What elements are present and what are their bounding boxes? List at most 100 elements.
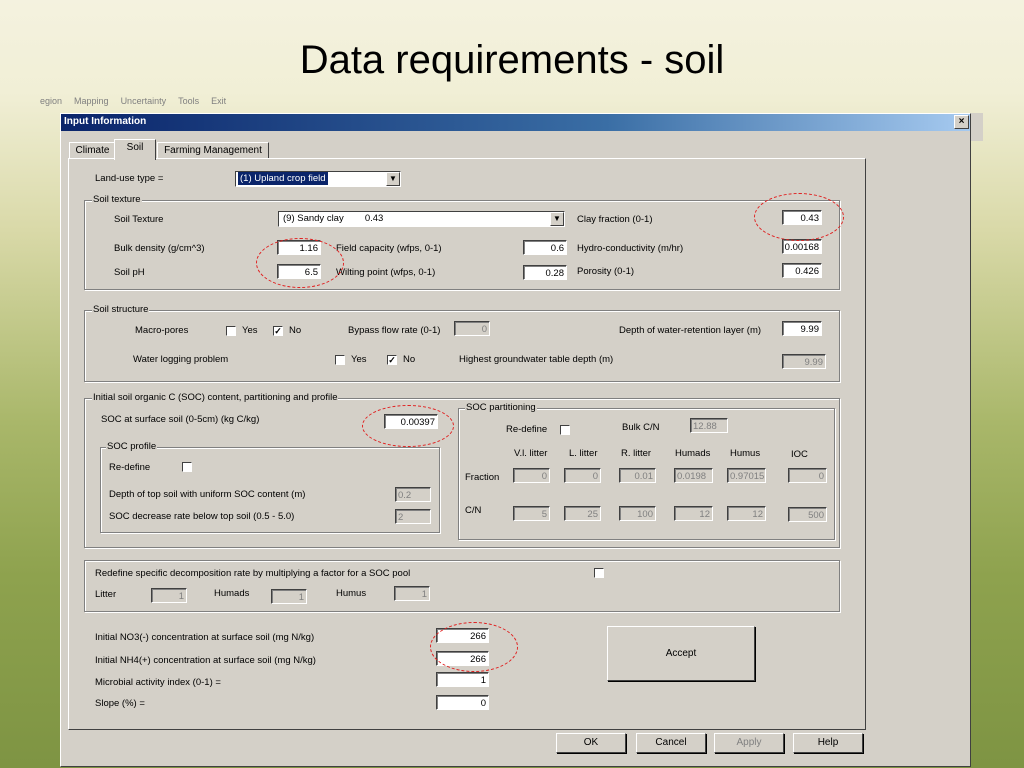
menu-item-exit[interactable]: Exit [211, 96, 226, 106]
ok-button[interactable]: OK [556, 733, 626, 753]
decomposition-checkbox[interactable] [594, 568, 604, 578]
slide-title: Data requirements - soil [299, 38, 725, 82]
water-logging-no-label: No [403, 354, 416, 365]
menu-item-region[interactable]: egion [40, 96, 62, 106]
landuse-value: (1) Upland crop field [238, 172, 328, 185]
macro-pores-yes-checkbox[interactable] [226, 326, 236, 336]
bulk-cn-label: Bulk C/N [622, 422, 660, 433]
no3-input[interactable]: 266 [436, 628, 489, 643]
soc-rate-label: SOC decrease rate below top soil (0.5 - … [109, 511, 295, 522]
chevron-down-icon[interactable]: ▼ [550, 212, 564, 226]
soil-ph-input[interactable]: 6.5 [277, 264, 321, 279]
wilting-point-input[interactable]: 0.28 [523, 265, 567, 280]
menu-bar: egion Mapping Uncertainty Tools Exit [40, 96, 280, 110]
accept-button[interactable]: Accept [607, 626, 755, 681]
cn-humus-input[interactable]: 12 [727, 506, 766, 521]
soc-surface-label: SOC at surface soil (0-5cm) (kg C/kg) [101, 414, 260, 425]
soil-texture-label: Soil Texture [114, 214, 164, 225]
fraction-vl-litter-input[interactable]: 0 [513, 468, 550, 483]
groundwater-depth-label: Highest groundwater table depth (m) [459, 354, 614, 365]
cn-r-litter-input[interactable]: 100 [619, 506, 656, 521]
field-capacity-input[interactable]: 0.6 [523, 240, 567, 255]
bulk-density-input[interactable]: 1.16 [277, 240, 321, 255]
soc-profile-redefine-label: Re-define [109, 462, 151, 473]
bypass-flow-label: Bypass flow rate (0-1) [348, 325, 441, 336]
fraction-humus-input[interactable]: 0.97015 [727, 468, 766, 483]
porosity-input[interactable]: 0.426 [782, 263, 822, 278]
col-humads: Humads [675, 448, 711, 459]
cn-l-litter-input[interactable]: 25 [564, 506, 601, 521]
tab-farming-management[interactable]: Farming Management [157, 142, 269, 159]
nh4-input[interactable]: 266 [436, 651, 489, 666]
soil-texture-group-label: Soil texture [92, 194, 142, 206]
chevron-down-icon[interactable]: ▼ [386, 172, 400, 186]
soil-texture-select[interactable]: (9) Sandy clay 0.43 ▼ [278, 211, 565, 227]
help-button[interactable]: Help [793, 733, 863, 753]
col-l-litter: L. litter [569, 448, 598, 459]
tab-soil[interactable]: Soil [114, 139, 156, 160]
menu-item-tools[interactable]: Tools [178, 96, 199, 106]
wilting-point-label: Wilting point (wfps, 0-1) [336, 267, 436, 278]
clay-fraction-input[interactable]: 0.43 [782, 210, 822, 225]
decomp-humads-input[interactable]: 1 [271, 589, 307, 604]
water-logging-no-checkbox[interactable]: ✓ [387, 355, 397, 365]
microbial-label: Microbial activity index (0-1) = [95, 677, 221, 688]
tab-climate[interactable]: Climate [69, 142, 116, 159]
fraction-r-litter-input[interactable]: 0.01 [619, 468, 656, 483]
bulk-cn-input[interactable]: 12.88 [690, 418, 728, 433]
decomp-litter-label: Litter [95, 589, 117, 600]
slope-input[interactable]: 0 [436, 695, 489, 710]
clay-fraction-label: Clay fraction (0-1) [577, 214, 653, 225]
col-humus: Humus [730, 448, 761, 459]
background-window-edge [969, 113, 983, 141]
col-vl-litter: V.l. litter [514, 448, 548, 459]
soc-surface-input[interactable]: 0.00397 [384, 414, 438, 429]
menu-item-uncertainty[interactable]: Uncertainty [121, 96, 167, 106]
close-icon[interactable]: × [954, 115, 969, 129]
bypass-flow-input[interactable]: 0 [454, 321, 490, 336]
apply-button[interactable]: Apply [714, 733, 784, 753]
soc-partition-redefine-checkbox[interactable] [560, 425, 570, 435]
decomp-litter-input[interactable]: 1 [151, 588, 187, 603]
landuse-select[interactable]: (1) Upland crop field ▼ [235, 171, 401, 187]
soc-partition-redefine-label: Re-define [506, 424, 548, 435]
slope-label: Slope (%) = [95, 698, 145, 709]
decomp-humus-input[interactable]: 1 [394, 586, 430, 601]
menu-item-mapping[interactable]: Mapping [74, 96, 109, 106]
water-retention-depth-input[interactable]: 9.99 [782, 321, 822, 336]
fraction-ioc-input[interactable]: 0 [788, 468, 827, 483]
decomp-humus-label: Humus [336, 588, 367, 599]
water-logging-label: Water logging problem [133, 354, 229, 365]
soc-rate-input[interactable]: 2 [395, 509, 431, 524]
bulk-density-label: Bulk density (g/cm^3) [114, 243, 205, 254]
decomposition-label: Redefine specific decomposition rate by … [95, 568, 411, 579]
water-logging-yes-label: Yes [351, 354, 367, 365]
water-logging-yes-checkbox[interactable] [335, 355, 345, 365]
macro-pores-no-checkbox[interactable]: ✓ [273, 326, 283, 336]
soc-depth-label: Depth of top soil with uniform SOC conte… [109, 489, 306, 500]
cn-humads-input[interactable]: 12 [674, 506, 713, 521]
groundwater-depth-input[interactable]: 9.99 [782, 354, 826, 369]
porosity-label: Porosity (0-1) [577, 266, 635, 277]
soil-structure-group-label: Soil structure [92, 304, 150, 316]
cn-vl-litter-input[interactable]: 5 [513, 506, 550, 521]
no3-label: Initial NO3(-) concentration at surface … [95, 632, 315, 643]
macro-pores-yes-label: Yes [242, 325, 258, 336]
cancel-button[interactable]: Cancel [636, 733, 706, 753]
dialog-title: Input Information [64, 116, 147, 127]
soil-texture-value: (9) Sandy clay 0.43 [283, 213, 384, 224]
cn-ioc-input[interactable]: 500 [788, 507, 827, 522]
fraction-label: Fraction [465, 472, 500, 483]
col-r-litter: R. litter [621, 448, 652, 459]
fraction-l-litter-input[interactable]: 0 [564, 468, 601, 483]
landuse-label: Land-use type = [95, 173, 164, 184]
soc-depth-input[interactable]: 0.2 [395, 487, 431, 502]
soc-partitioning-group-label: SOC partitioning [465, 402, 537, 414]
cn-label: C/N [465, 505, 482, 516]
microbial-input[interactable]: 1 [436, 672, 489, 687]
soc-profile-redefine-checkbox[interactable] [182, 462, 192, 472]
soc-group-label: Initial soil organic C (SOC) content, pa… [92, 392, 339, 404]
hydro-conductivity-input[interactable]: 0.00168 [782, 239, 822, 254]
dialog-titlebar: Input Information × [61, 114, 970, 131]
fraction-humads-input[interactable]: 0.0198 [674, 468, 713, 483]
